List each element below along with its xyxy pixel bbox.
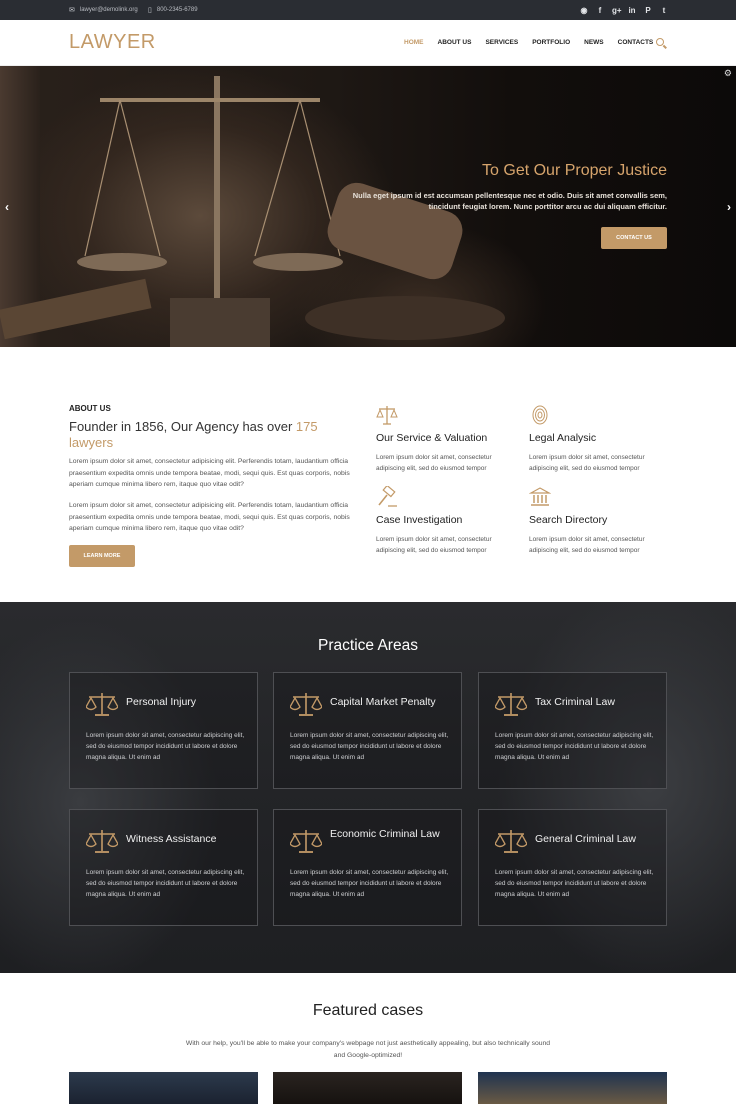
hero-title: To Get Our Proper Justice — [482, 162, 667, 179]
contact-email[interactable]: ✉ lawyer@demolink.org — [69, 0, 138, 20]
feature-title: Legal Analysic — [529, 432, 597, 444]
feature-title: Search Directory — [529, 514, 608, 526]
scales-icon — [376, 406, 398, 425]
practice-card-economic-criminal-law[interactable]: Economic Criminal Law Lorem ipsum dolor … — [273, 809, 462, 926]
about-title: Founder in 1856, Our Agency has over 175… — [69, 419, 339, 451]
feature-text: Lorem ipsum dolor sit amet, consectetur … — [376, 536, 492, 554]
practice-title: Practice Areas — [318, 637, 418, 654]
practice-card-title: Personal Injury — [126, 696, 197, 708]
phone-text: 800-2345-6789 — [156, 7, 198, 13]
case-image-2[interactable] — [273, 1072, 462, 1104]
email-text: lawyer@demolink.org — [79, 7, 138, 13]
gavel-icon — [378, 486, 397, 507]
linkedin-icon[interactable]: in — [628, 6, 636, 15]
main-nav: HOME ABOUT US SERVICES PORTFOLIO NEWS CO… — [404, 39, 667, 46]
rss-icon[interactable]: ◉ — [580, 6, 588, 15]
nav-home[interactable]: HOME — [404, 39, 424, 46]
feature-title: Case Investigation — [376, 514, 463, 526]
hero-text: Nulla eget ipsum id est accumsan pellent… — [352, 191, 667, 211]
scales-icon — [86, 830, 118, 853]
case-image-1[interactable] — [69, 1072, 258, 1104]
practice-card-capital-market-penalty[interactable]: Capital Market Penalty Lorem ipsum dolor… — [273, 672, 462, 789]
nav-contacts[interactable]: CONTACTS — [618, 39, 654, 46]
chevron-right-icon[interactable]: › — [727, 200, 731, 214]
pinterest-icon[interactable]: P — [644, 6, 652, 15]
contact-us-button[interactable]: CONTACT US — [601, 227, 667, 249]
scales-icon — [495, 830, 527, 853]
learn-more-button[interactable]: LEARN MORE — [69, 545, 135, 567]
feature-text: Lorem ipsum dolor sit amet, consectetur … — [529, 454, 645, 472]
practice-card-tax-criminal-law[interactable]: Tax Criminal Law Lorem ipsum dolor sit a… — [478, 672, 667, 789]
practice-card-text: Lorem ipsum dolor sit amet, consectetur … — [290, 869, 449, 899]
hero-slider: To Get Our Proper Justice Nulla eget ips… — [0, 66, 736, 347]
mail-icon: ✉ — [69, 7, 75, 14]
practice-card-witness-assistance[interactable]: Witness Assistance Lorem ipsum dolor sit… — [69, 809, 258, 926]
nav-services[interactable]: SERVICES — [485, 39, 518, 46]
search-icon[interactable] — [656, 38, 664, 46]
scales-icon — [290, 693, 322, 716]
practice-card-general-criminal-law[interactable]: General Criminal Law Lorem ipsum dolor s… — [478, 809, 667, 926]
feature-title: Our Service & Valuation — [376, 432, 488, 444]
gear-icon[interactable]: ⚙ — [724, 68, 732, 79]
feature-text: Lorem ipsum dolor sit amet, consectetur … — [376, 454, 492, 472]
scales-icon — [86, 693, 118, 716]
social-links: ◉ f g+ in P t — [580, 0, 668, 20]
practice-areas-section: Practice Areas Personal Injury Lorem ips… — [0, 602, 736, 973]
nav-about-us[interactable]: ABOUT US — [438, 39, 472, 46]
practice-card-text: Lorem ipsum dolor sit amet, consectetur … — [290, 732, 449, 762]
google-plus-icon[interactable]: g+ — [612, 6, 622, 15]
practice-card-title: Capital Market Penalty — [330, 696, 436, 708]
fingerprint-icon — [532, 405, 548, 425]
practice-card-title: Witness Assistance — [126, 833, 217, 845]
practice-card-title: General Criminal Law — [535, 833, 636, 845]
practice-card-personal-injury[interactable]: Personal Injury Lorem ipsum dolor sit am… — [69, 672, 258, 789]
scales-icon — [495, 693, 527, 716]
nav-news[interactable]: NEWS — [584, 39, 604, 46]
nav-portfolio[interactable]: PORTFOLIO — [532, 39, 570, 46]
practice-card-title: Tax Criminal Law — [535, 696, 615, 708]
facebook-icon[interactable]: f — [596, 6, 604, 15]
feature-text: Lorem ipsum dolor sit amet, consectetur … — [529, 536, 645, 554]
twitter-icon[interactable]: t — [660, 6, 668, 15]
chevron-left-icon[interactable]: ‹ — [5, 200, 9, 214]
case-image-3[interactable] — [478, 1072, 667, 1104]
phone-icon: ▯ — [148, 7, 152, 14]
about-paragraph-2: Lorem ipsum dolor sit amet, consectetur … — [69, 502, 350, 532]
about-label: ABOUT US — [69, 404, 111, 413]
practice-card-title: Economic Criminal Law — [330, 828, 440, 840]
practice-card-text: Lorem ipsum dolor sit amet, consectetur … — [86, 732, 245, 762]
scales-icon — [290, 830, 322, 853]
practice-card-text: Lorem ipsum dolor sit amet, consectetur … — [495, 869, 654, 899]
top-bar: ✉ lawyer@demolink.org ▯ 800-2345-6789 ◉ … — [0, 0, 736, 20]
courthouse-icon — [529, 487, 551, 506]
featured-text: With our help, you'll be able to make yo… — [185, 1040, 551, 1059]
site-header: LAWYER HOME ABOUT US SERVICES PORTFOLIO … — [0, 20, 736, 66]
site-logo[interactable]: LAWYER — [69, 31, 156, 54]
practice-card-text: Lorem ipsum dolor sit amet, consectetur … — [86, 869, 245, 899]
about-paragraph-1: Lorem ipsum dolor sit amet, consectetur … — [69, 458, 350, 488]
about-title-prefix: Founder in 1856, Our Agency has over — [69, 419, 296, 434]
contact-phone[interactable]: ▯ 800-2345-6789 — [148, 0, 198, 20]
featured-title: Featured cases — [312, 1002, 424, 1019]
practice-card-text: Lorem ipsum dolor sit amet, consectetur … — [495, 732, 654, 762]
